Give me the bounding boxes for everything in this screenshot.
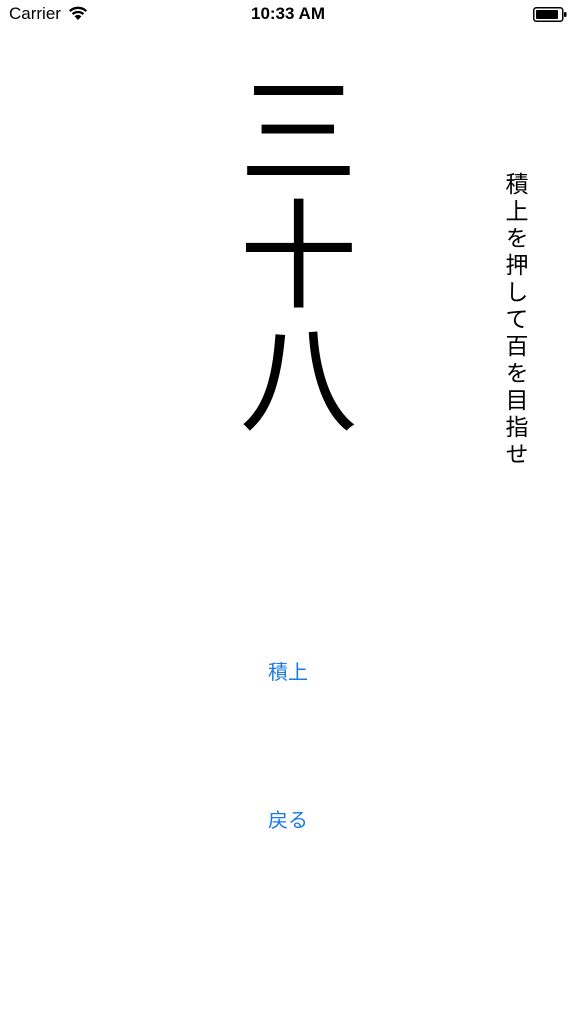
status-time: 10:33 AM — [250, 4, 325, 23]
count-display: 三十八 — [219, 70, 357, 442]
back-button[interactable]: 戻る — [188, 799, 388, 839]
status-bar: Carrier 10:33 AM — [0, 0, 576, 30]
stack-up-button[interactable]: 積上 — [188, 651, 388, 691]
battery-icon — [533, 7, 567, 22]
instruction-text: 積上を押して百を目指せ — [501, 172, 527, 469]
